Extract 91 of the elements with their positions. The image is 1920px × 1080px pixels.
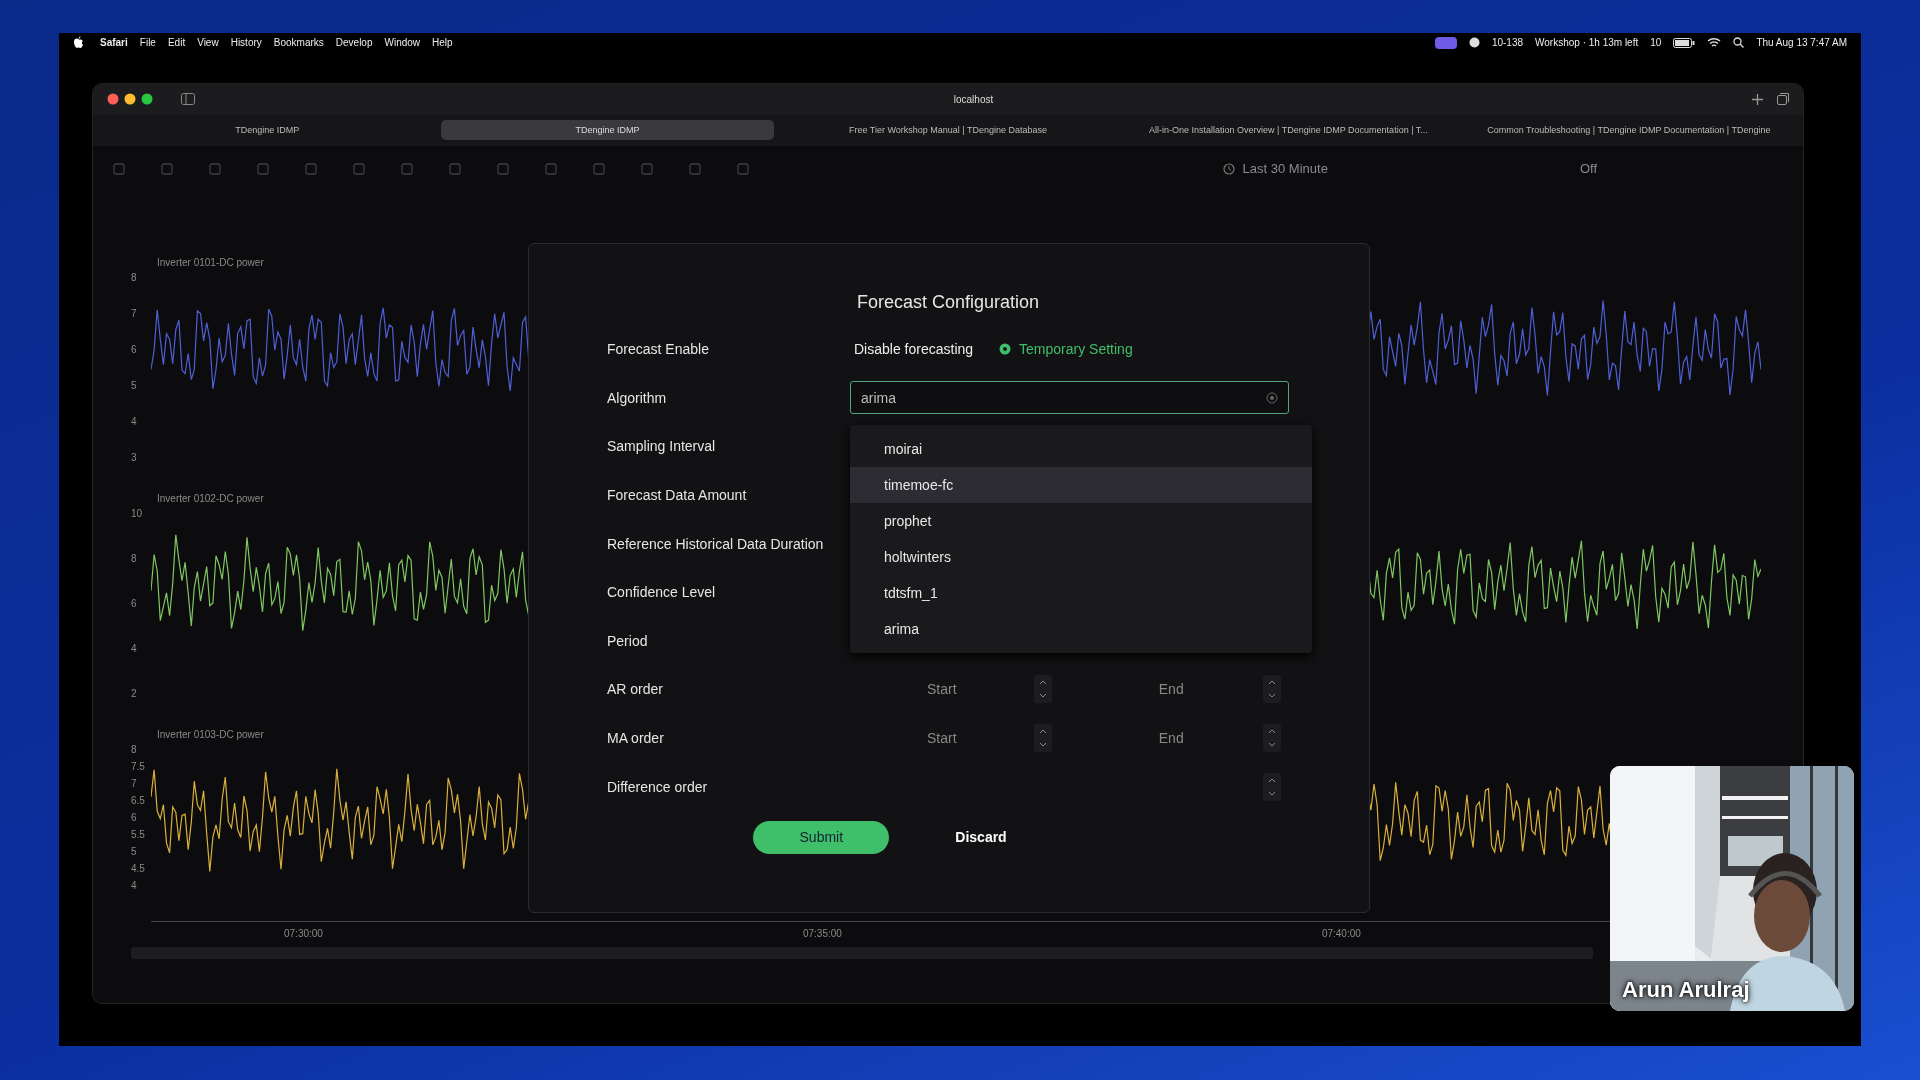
axis-tick-label: 7 (131, 778, 137, 789)
number-field[interactable]: End (1079, 729, 1263, 748)
tabs-icon[interactable] (1777, 93, 1789, 105)
dropdown-option[interactable]: prophet (850, 503, 1312, 540)
search-icon[interactable] (1733, 37, 1745, 48)
submit-button[interactable]: Submit (753, 820, 890, 854)
time-range-picker[interactable]: Last 30 Minute (1242, 161, 1328, 176)
clock-icon (1222, 162, 1235, 175)
menu-item[interactable]: File (139, 37, 156, 48)
wifi-icon[interactable] (1707, 37, 1722, 48)
battery-icon[interactable] (1673, 37, 1696, 48)
status-text[interactable]: 10-138 (1491, 37, 1524, 48)
stepper-icon[interactable] (1263, 724, 1281, 753)
axis-tick-label: 6 (131, 598, 137, 609)
field-label: MA order (607, 730, 665, 747)
menu-item[interactable]: History (230, 37, 262, 48)
axis-tick-label: 5.5 (131, 829, 145, 840)
address-bar[interactable]: localhost (953, 93, 994, 105)
dropdown-option[interactable]: moirai (850, 431, 1312, 468)
menu-item[interactable]: View (197, 37, 219, 48)
menu-item[interactable]: Bookmarks (273, 37, 324, 48)
axis-tick-label: 07:35:00 (802, 928, 842, 939)
axis-tick-label: 6.5 (131, 795, 145, 806)
dropdown-option[interactable]: tdtsfm_1 (850, 575, 1312, 612)
number-field[interactable]: Start (850, 729, 1034, 748)
browser-tab[interactable]: TDengine IDMP (441, 120, 774, 140)
axis-tick-label: 8 (131, 272, 137, 283)
window-controls-icon[interactable] (107, 93, 153, 105)
clock[interactable]: Thu Aug 13 7:47 AM (1756, 37, 1847, 48)
menu-item[interactable]: Help (432, 37, 453, 48)
radio-icon[interactable] (999, 343, 1012, 356)
number-field[interactable]: End (1079, 680, 1263, 699)
browser-tab[interactable]: Free Tier Workshop Manual | TDengine Database (781, 120, 1115, 140)
menu-item[interactable]: Edit (167, 37, 186, 48)
axis-tick-label: 4 (131, 880, 137, 891)
axis-tick-label: 4 (131, 416, 137, 427)
axis-tick-label: 4 (131, 643, 137, 654)
axis-tick-label: 7.5 (131, 761, 145, 772)
number-field[interactable]: Start (850, 680, 1034, 699)
dropdown-option[interactable]: timemoe-fc (850, 467, 1312, 504)
axis-tick-label: 4.5 (131, 863, 145, 874)
app-menu[interactable]: Safari (100, 37, 128, 48)
clear-icon[interactable] (1266, 391, 1278, 404)
panel-title: Inverter 0102-DC power (157, 493, 264, 504)
axis-tick-label: 5 (131, 380, 137, 391)
dropdown-option[interactable]: arima (850, 611, 1312, 648)
field-label: Algorithm (607, 389, 668, 406)
panel-title: Inverter 0103-DC power (157, 729, 264, 740)
refresh-picker[interactable]: Off (1579, 161, 1597, 176)
stepper-icon[interactable] (1263, 772, 1281, 801)
axis-tick-label: 6 (131, 812, 137, 823)
axis-tick-label: 5 (131, 846, 137, 857)
radio-option[interactable]: Disable forecasting (854, 341, 974, 358)
browser-tab[interactable]: TDengine IDMP (101, 120, 434, 140)
field-label: Period (607, 632, 649, 649)
axis-tick-label: 6 (131, 344, 137, 355)
axis-tick-label: 07:30:00 (284, 928, 323, 939)
stepper-icon[interactable] (1033, 675, 1052, 704)
menu-item[interactable]: Window (384, 37, 421, 48)
plus-icon[interactable] (1752, 93, 1763, 105)
field-label: Reference Historical Data Duration (607, 535, 825, 552)
dialog-title: Forecast Configuration (855, 292, 1041, 313)
browser-tab[interactable]: Common Troubleshooting | TDengine IDMP Documentation | TDengine (1462, 120, 1796, 140)
stepper-icon[interactable] (1263, 675, 1281, 704)
radio-option[interactable]: Temporary Setting (999, 341, 1133, 358)
discard-button[interactable]: Discard (939, 820, 1023, 854)
axis-tick-label: 3 (131, 452, 137, 463)
field-label: Confidence Level (607, 584, 717, 601)
field-label: Sampling Interval (607, 438, 717, 455)
axis-tick-label: 10 (131, 508, 143, 519)
axis-tick-label: 07:40:00 (1321, 928, 1361, 939)
axis-tick-label: 7 (131, 308, 137, 319)
field-label: Forecast Enable (607, 341, 710, 358)
field-label: Difference order (607, 778, 709, 795)
axis-tick-label: 8 (131, 553, 137, 564)
sidebar-icon[interactable] (181, 93, 195, 105)
pill-icon[interactable] (1434, 36, 1457, 49)
status-text[interactable]: 10 (1650, 37, 1662, 48)
panel-title: Inverter 0101-DC power (157, 257, 264, 268)
axis-tick-label: 8 (131, 744, 137, 755)
circle-icon[interactable] (1468, 37, 1480, 48)
browser-tab[interactable]: All-in-One Installation Overview | TDengine IDMP Documentation | T... (1122, 120, 1455, 140)
field-label: Forecast Data Amount (607, 487, 748, 504)
field-label: AR order (607, 681, 665, 698)
axis-tick-label: 2 (131, 688, 137, 699)
dropdown-option[interactable]: holtwinters (850, 539, 1312, 576)
apple-logo-icon[interactable] (73, 36, 84, 49)
algorithm-select[interactable]: arima (850, 381, 1289, 415)
status-text[interactable]: Workshop · 1h 13m left (1535, 37, 1639, 48)
stepper-icon[interactable] (1033, 724, 1052, 753)
menu-item[interactable]: Develop (335, 37, 373, 48)
